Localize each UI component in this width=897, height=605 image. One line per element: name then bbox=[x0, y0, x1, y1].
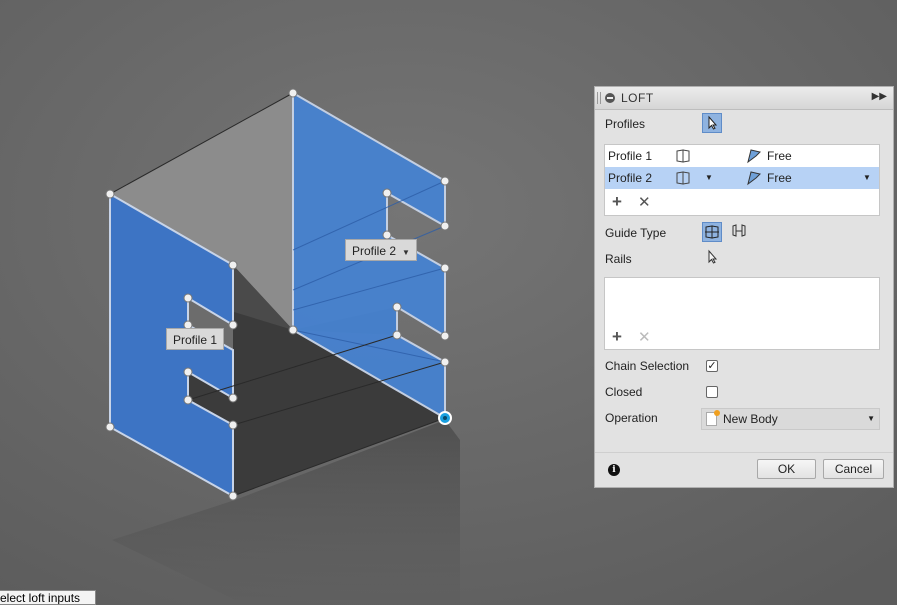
cancel-button[interactable]: Cancel bbox=[823, 459, 884, 479]
guide-type-centerline-button[interactable] bbox=[730, 222, 750, 242]
remove-profile-button[interactable]: ✕ bbox=[638, 193, 651, 211]
info-icon[interactable]: i bbox=[608, 464, 620, 476]
profile-row-2[interactable]: Profile 2 ▼ Free ▼ bbox=[605, 167, 879, 189]
dialog-footer: i OK Cancel bbox=[595, 452, 893, 487]
selected-point-center bbox=[443, 416, 447, 420]
drag-grip-icon[interactable] bbox=[597, 92, 601, 104]
add-profile-button[interactable]: + bbox=[612, 192, 622, 212]
dialog-header[interactable]: LOFT ▶▶ bbox=[595, 87, 893, 110]
profile-1-tag[interactable]: Profile 1 bbox=[166, 328, 225, 350]
rails-label: Rails bbox=[605, 252, 632, 266]
profile-1-tag-label: Profile 1 bbox=[173, 333, 218, 347]
profile-condition-icon[interactable] bbox=[675, 170, 691, 186]
chevron-down-icon[interactable]: ▼ bbox=[705, 167, 713, 189]
profile-row-name: Profile 2 bbox=[608, 171, 653, 185]
free-condition-icon[interactable] bbox=[746, 170, 762, 186]
operation-value: New Body bbox=[723, 412, 778, 426]
remove-rail-button[interactable]: ✕ bbox=[638, 328, 651, 346]
dialog-title: LOFT bbox=[621, 91, 654, 105]
ok-button[interactable]: OK bbox=[757, 459, 816, 479]
chain-selection-label: Chain Selection bbox=[605, 359, 690, 373]
collapse-icon[interactable] bbox=[605, 93, 615, 103]
rails-guide-icon bbox=[705, 225, 719, 239]
guide-type-label: Guide Type bbox=[605, 226, 667, 240]
operation-label: Operation bbox=[605, 411, 658, 425]
cursor-arrow-icon bbox=[708, 115, 718, 130]
profile-condition-icon[interactable] bbox=[675, 148, 691, 164]
profile-row-name: Profile 1 bbox=[608, 149, 653, 163]
profile-row-type: Free bbox=[767, 149, 792, 163]
chevron-down-icon[interactable]: ▼ bbox=[863, 167, 871, 189]
profile-2-tag-label: Profile 2 bbox=[352, 244, 397, 258]
closed-label: Closed bbox=[605, 385, 643, 399]
rails-select-button[interactable] bbox=[704, 248, 724, 268]
profile-row-1[interactable]: Profile 1 Free bbox=[605, 145, 879, 167]
chevron-down-icon: ▼ bbox=[867, 414, 875, 423]
add-rail-button[interactable]: + bbox=[612, 327, 622, 347]
profiles-label: Profiles bbox=[605, 117, 646, 131]
rails-list: + ✕ bbox=[604, 277, 880, 350]
closed-checkbox[interactable] bbox=[706, 386, 718, 398]
new-body-icon bbox=[706, 410, 720, 426]
profile-row-type: Free bbox=[767, 171, 792, 185]
cursor-arrow-icon bbox=[708, 249, 718, 264]
loft-dialog: LOFT ▶▶ Profiles Profile 1 Free Profile … bbox=[594, 86, 894, 488]
chain-selection-checkbox[interactable]: ✓ bbox=[706, 360, 718, 372]
profiles-list: Profile 1 Free Profile 2 ▼ Free ▼ + ✕ bbox=[604, 144, 880, 216]
centerline-guide-icon bbox=[732, 224, 746, 237]
operation-select[interactable]: New Body ▼ bbox=[701, 408, 880, 430]
profiles-select-button[interactable] bbox=[702, 113, 722, 133]
profile-2-tag[interactable]: Profile 2 ▼ bbox=[345, 239, 417, 261]
status-tooltip: elect loft inputs bbox=[0, 590, 96, 605]
guide-type-rails-button[interactable] bbox=[702, 222, 722, 242]
expand-icon[interactable]: ▶▶ bbox=[872, 91, 887, 102]
chevron-down-icon[interactable]: ▼ bbox=[402, 248, 410, 257]
free-condition-icon[interactable] bbox=[746, 148, 762, 164]
